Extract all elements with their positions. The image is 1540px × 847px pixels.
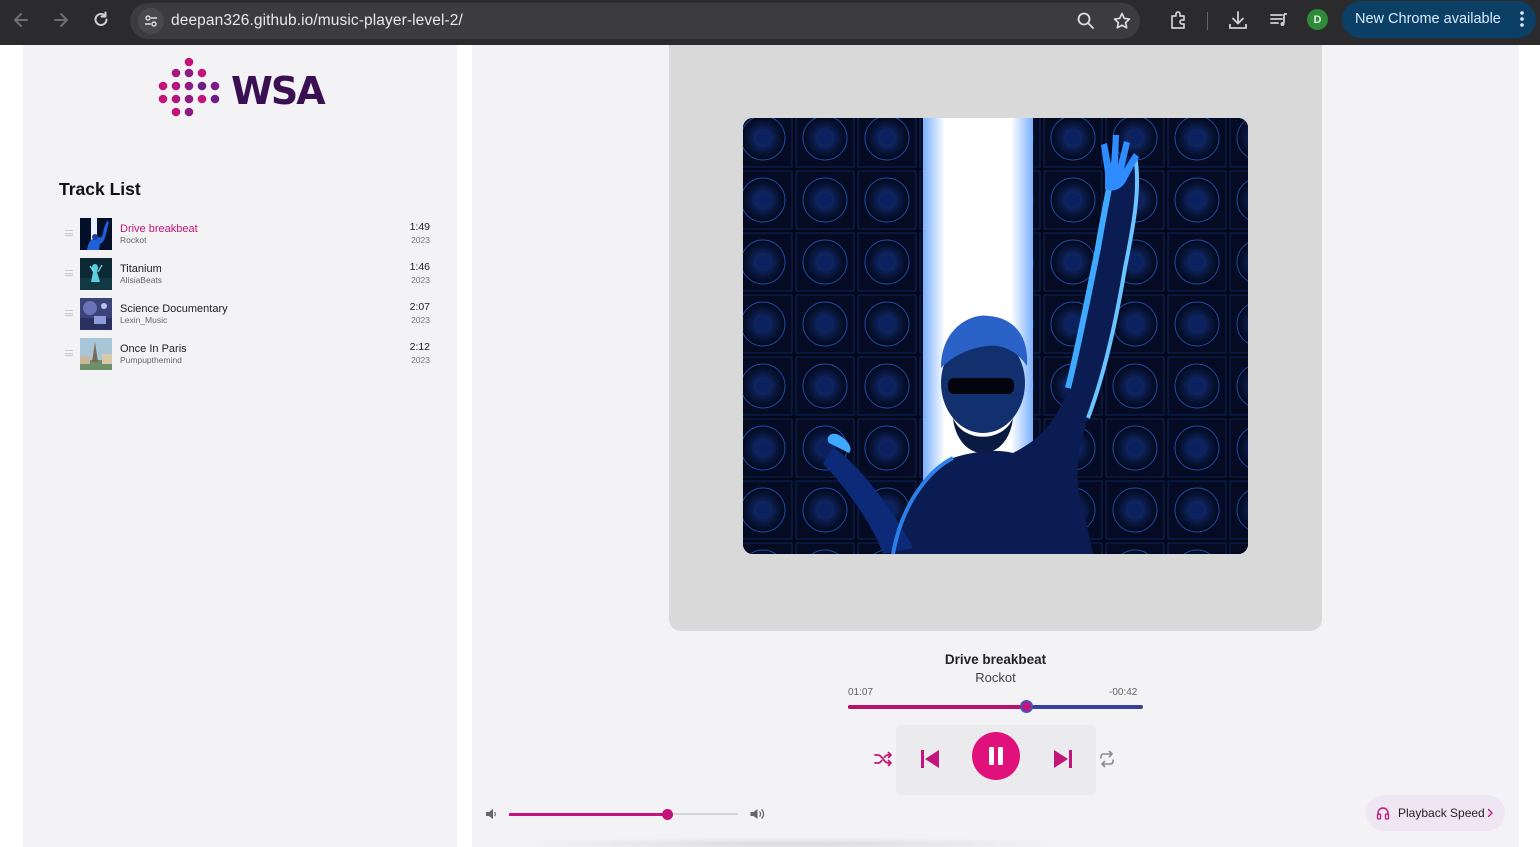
pause-icon: [989, 747, 1003, 765]
time-elapsed: 01:07: [848, 687, 874, 698]
headphones-icon: [1376, 806, 1390, 820]
pause-button[interactable]: [972, 732, 1020, 780]
track-title: Science Documentary: [120, 303, 228, 315]
playback-speed-button[interactable]: Playback Speed: [1366, 795, 1505, 831]
track-thumbnail: [80, 218, 112, 250]
album-art-frame: [669, 45, 1322, 631]
track-artist: Lexin_Music: [120, 315, 168, 325]
drag-handle-icon[interactable]: [65, 230, 73, 236]
puzzle-icon[interactable]: [1168, 9, 1190, 31]
zoom-icon[interactable]: [1076, 11, 1096, 31]
drag-handle-icon[interactable]: [65, 270, 73, 276]
browser-toolbar: deepan326.github.io/music-player-level-2…: [0, 0, 1540, 45]
address-bar[interactable]: deepan326.github.io/music-player-level-2…: [130, 3, 1140, 39]
track-title: Once In Paris: [120, 343, 187, 355]
chrome-update-label: New Chrome available: [1355, 11, 1501, 27]
now-playing-artist: Rockot: [975, 670, 1016, 685]
skip-next-icon[interactable]: [1051, 747, 1075, 771]
track-year: 2023: [411, 235, 430, 245]
toolbar-divider: [1207, 12, 1208, 30]
volume-handle[interactable]: [662, 809, 673, 820]
track-artist: Pumpupthemind: [120, 355, 182, 365]
volume-level: [509, 813, 667, 816]
track-item[interactable]: Once In Paris Pumpupthemind 2:12 2023: [59, 337, 434, 371]
reload-icon[interactable]: [90, 9, 112, 31]
profile-avatar[interactable]: D: [1307, 9, 1328, 30]
repeat-icon[interactable]: [1098, 750, 1116, 768]
track-duration: 1:46: [409, 261, 430, 273]
track-thumbnail: [80, 298, 112, 330]
forward-icon[interactable]: [50, 9, 72, 31]
seek-progress: [848, 705, 1027, 709]
volume-high-icon[interactable]: [749, 806, 765, 822]
shuffle-icon[interactable]: [873, 749, 893, 769]
track-thumbnail: [80, 258, 112, 290]
chevron-right-icon: [1485, 808, 1495, 818]
track-item[interactable]: Science Documentary Lexin_Music 2:07 202…: [59, 297, 434, 331]
track-year: 2023: [411, 275, 430, 285]
now-playing-title: Drive breakbeat: [944, 652, 1047, 667]
track-duration: 2:07: [409, 301, 430, 313]
seek-bar[interactable]: [848, 700, 1143, 713]
time-remaining: -00:42: [1109, 687, 1138, 698]
track-duration: 1:49: [409, 221, 430, 233]
back-icon[interactable]: [10, 9, 32, 31]
track-title: Titanium: [120, 263, 162, 275]
wsa-logo: WSA: [158, 57, 338, 121]
track-duration: 2:12: [409, 341, 430, 353]
track-title: Drive breakbeat: [120, 223, 198, 235]
tune-icon[interactable]: [138, 8, 164, 34]
track-item[interactable]: Drive breakbeat Rockot 1:49 2023: [59, 217, 434, 251]
track-thumbnail: [80, 338, 112, 370]
track-list-panel: WSA Track List Drive breakbeat Rockot 1:…: [23, 45, 457, 847]
track-list-heading: Track List: [59, 179, 141, 199]
volume-slider[interactable]: [509, 809, 738, 820]
track-item[interactable]: Titanium AlisiaBeats 1:46 2023: [59, 257, 434, 291]
chrome-update-button[interactable]: New Chrome available: [1342, 1, 1536, 38]
skip-previous-icon[interactable]: [918, 747, 942, 771]
star-icon[interactable]: [1112, 11, 1132, 31]
album-art: [743, 118, 1248, 554]
url-text[interactable]: deepan326.github.io/music-player-level-2…: [171, 12, 463, 30]
player-panel: Drive breakbeat Rockot 01:07 -00:42 Play…: [472, 45, 1519, 847]
seek-handle[interactable]: [1020, 700, 1034, 713]
download-icon[interactable]: [1227, 9, 1249, 31]
volume-low-icon[interactable]: [484, 807, 498, 821]
logo-wordmark: WSA: [231, 69, 326, 113]
queue-music-icon[interactable]: [1268, 9, 1290, 31]
drag-handle-icon[interactable]: [65, 350, 73, 356]
playback-speed-label: Playback Speed: [1398, 806, 1485, 820]
player-shadow: [512, 837, 1072, 847]
drag-handle-icon[interactable]: [65, 310, 73, 316]
more-vert-icon[interactable]: [1520, 10, 1524, 28]
track-year: 2023: [411, 355, 430, 365]
track-year: 2023: [411, 315, 430, 325]
track-artist: Rockot: [120, 235, 147, 245]
track-artist: AlisiaBeats: [120, 275, 163, 285]
